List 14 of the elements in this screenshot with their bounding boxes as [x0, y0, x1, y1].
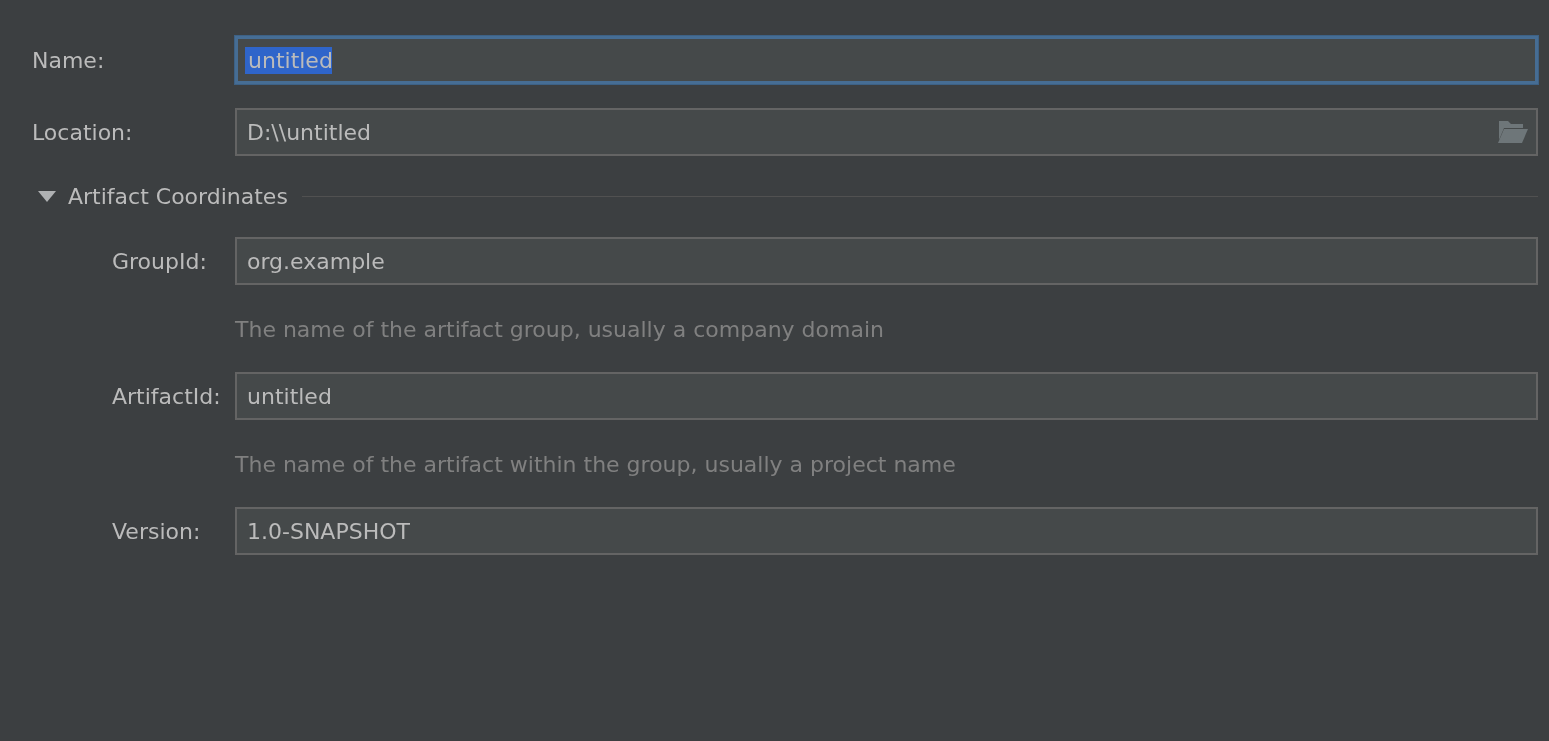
hint-text: The name of the artifact within the group, usually a project name	[235, 451, 957, 479]
text-field[interactable]: D:\\untitled	[235, 108, 1538, 156]
hint-text: The name of the artifact group, usually a company domain	[235, 316, 885, 344]
text-field[interactable]: untitled	[235, 36, 1538, 84]
field-label: GroupId:	[112, 247, 208, 276]
field-label: ArtifactId:	[112, 382, 222, 411]
text-field[interactable]: untitled	[235, 372, 1538, 420]
text-field[interactable]: org.example	[235, 237, 1538, 285]
triangle-icon[interactable]	[38, 191, 56, 202]
section-title: Artifact Coordinates	[68, 183, 288, 211]
field-label: Name:	[32, 46, 106, 75]
field-label: Location:	[32, 118, 134, 147]
field-label: Version:	[112, 517, 202, 546]
text-field[interactable]: 1.0-SNAPSHOT	[235, 507, 1538, 555]
